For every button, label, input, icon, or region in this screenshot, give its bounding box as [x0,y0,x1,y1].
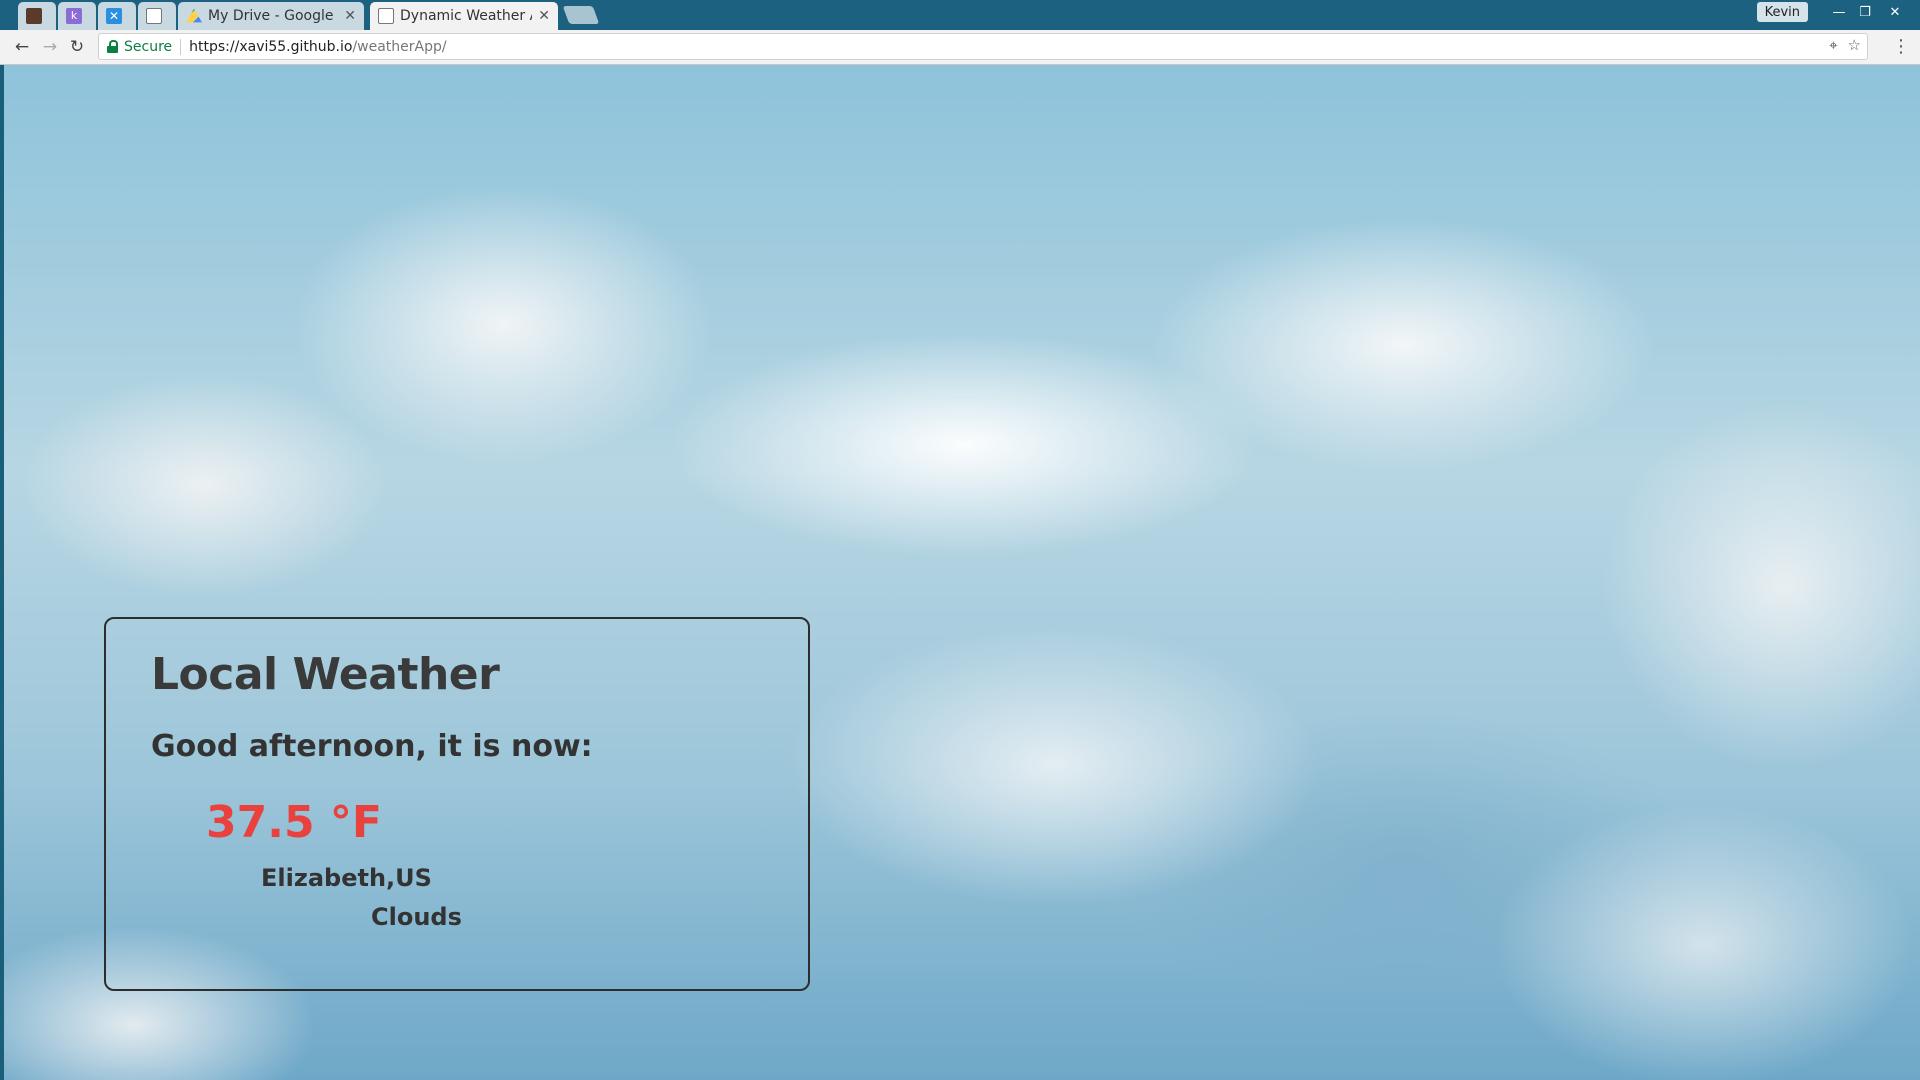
tab-title: My Drive - Google D [208,8,339,24]
google-drive-icon [186,8,202,23]
location-icon[interactable]: ⌖ [1829,36,1837,54]
tab-pinned-3[interactable]: ✕ [98,2,136,30]
location-text: Elizabeth,US [261,864,432,892]
tab-google-drive[interactable]: My Drive - Google D ✕ [178,2,364,30]
tab-pinned-4[interactable] [138,2,176,30]
weather-card: Local Weather Good afternoon, it is now:… [104,617,810,991]
greeting-text: Good afternoon, it is now: [151,729,593,764]
page-viewport: Local Weather Good afternoon, it is now:… [4,65,1920,1080]
url-host: https://xavi55.github.io [189,38,353,55]
tab-pinned-2[interactable]: k [58,2,96,30]
close-icon[interactable]: ✕ [344,8,356,24]
menu-dots-icon[interactable]: ⋮ [1892,36,1910,57]
back-arrow-icon[interactable]: ← [10,35,34,59]
profile-button[interactable]: Kevin [1756,2,1808,22]
x-blue-icon: ✕ [106,8,122,24]
minimize-icon[interactable]: — [1828,2,1850,22]
reload-icon[interactable]: ↻ [65,35,89,59]
close-window-icon[interactable]: ✕ [1884,2,1906,22]
forward-arrow-icon[interactable]: → [38,35,62,59]
new-tab-button[interactable] [562,6,600,24]
tab-strip: k ✕ My Drive - Google D ✕ Dynamic Weathe… [0,0,1920,30]
lock-icon [107,40,118,53]
secure-label: Secure [124,38,173,55]
condition-text: Clouds [371,903,462,931]
address-bar[interactable]: Secure https://xavi55.github.io/weatherA… [98,33,1868,60]
tab-pinned-1[interactable] [18,2,56,30]
close-icon[interactable]: ✕ [538,8,550,24]
tab-title: Dynamic Weather A [400,8,533,24]
bookmark-star-icon[interactable]: ☆ [1848,36,1861,54]
url-path: /weatherApp/ [352,38,447,55]
temperature-value: 37.5 °F [206,797,382,848]
purple-k-icon: k [66,8,82,24]
tab-weather-app[interactable]: Dynamic Weather A ✕ [370,2,558,30]
document-icon [146,8,162,24]
dark-app-icon [26,8,42,24]
divider [180,38,182,55]
restore-icon[interactable]: ❐ [1854,2,1876,22]
page-title: Local Weather [151,649,500,700]
browser-toolbar: ← → ↻ Secure https://xavi55.github.io/we… [0,30,1920,65]
document-icon [378,8,394,24]
